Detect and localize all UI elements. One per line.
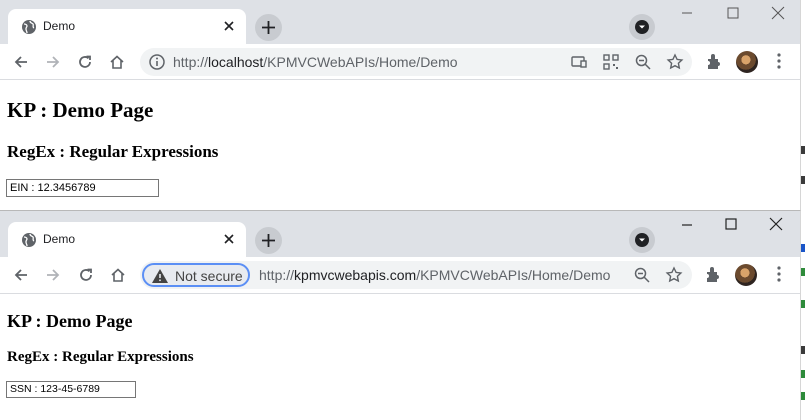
extensions-icon[interactable] [703,50,727,74]
window-close-icon [769,217,783,231]
page-subheading: RegEx : Regular Expressions [7,349,194,365]
desktop: Demo http://localhost/KPMVCWebAPIs/Home/… [0,0,805,420]
page-heading: KP : Demo Page [7,98,154,122]
back-button[interactable] [8,49,34,75]
minimize-icon [682,12,692,14]
toolbar: Not secure http://kpmvcwebapis.com/KPMVC… [0,257,800,294]
regex-input[interactable]: SSN : 123-45-6789 [6,381,136,398]
toolbar: http://localhost/KPMVCWebAPIs/Home/Demo [0,44,800,80]
browser-window-kpmvcwebapis: Demo Not secure http://kpmvcwebapis.com/… [0,210,801,420]
tab-demo[interactable]: Demo [8,222,246,257]
back-button[interactable] [8,262,34,288]
arrow-left-icon [14,269,27,281]
maximize-icon [725,218,737,230]
maximize-button[interactable] [708,211,754,241]
tab-strip: Demo [0,0,800,44]
window-close-icon [771,6,785,20]
menu-icon[interactable] [768,263,792,287]
minimize-icon [682,224,692,226]
arrow-right-icon [47,56,60,68]
reload-button[interactable] [72,49,98,75]
maximize-button[interactable] [710,0,756,30]
page-subheading: RegEx : Regular Expressions [7,142,219,161]
url-text[interactable]: http://kpmvcwebapis.com/KPMVCWebAPIs/Hom… [259,267,610,283]
globe-icon [21,232,37,248]
browser-window-localhost: Demo http://localhost/KPMVCWebAPIs/Home/… [0,0,801,210]
page-heading: KP : Demo Page [7,311,133,331]
minimize-button[interactable] [664,211,710,241]
menu-icon[interactable] [768,50,792,74]
maximize-icon [727,7,739,19]
not-secure-chip[interactable]: Not secure [142,263,250,287]
zoom-icon[interactable] [633,266,651,284]
window-close-button[interactable] [753,211,799,241]
address-bar[interactable]: http://localhost/KPMVCWebAPIs/Home/Demo [140,48,692,76]
forward-button[interactable] [40,49,66,75]
regex-input[interactable]: EIN : 12.3456789 [6,179,159,197]
tab-title: Demo [43,232,76,246]
reload-icon [80,268,92,281]
tab-search-button[interactable] [629,227,655,253]
minimize-button[interactable] [664,0,710,30]
reload-icon [79,55,91,68]
cast-icon[interactable] [570,53,588,71]
home-icon [110,55,124,69]
info-icon[interactable] [148,53,166,71]
profile-avatar[interactable] [736,51,758,73]
bookmark-star-icon[interactable] [666,53,684,71]
warning-icon [152,269,168,283]
new-tab-button[interactable] [255,14,282,41]
bookmark-star-icon[interactable] [665,266,683,284]
home-button[interactable] [104,49,130,75]
close-icon[interactable] [221,18,237,34]
tab-search-button[interactable] [629,14,655,40]
arrow-right-icon [47,269,60,281]
forward-button[interactable] [40,262,66,288]
home-button[interactable] [105,262,131,288]
tab-strip: Demo [0,211,800,257]
zoom-icon[interactable] [634,53,652,71]
chevron-down-icon [635,20,649,34]
globe-icon [21,19,37,35]
window-close-button[interactable] [755,0,801,30]
tab-demo[interactable]: Demo [8,9,246,44]
home-icon [111,268,125,282]
address-bar[interactable]: Not secure http://kpmvcwebapis.com/KPMVC… [140,261,692,289]
extensions-icon[interactable] [702,263,726,287]
close-icon[interactable] [221,231,237,247]
arrow-left-icon [14,56,27,68]
security-label: Not secure [175,268,243,284]
tab-title: Demo [43,19,76,33]
url-text[interactable]: http://localhost/KPMVCWebAPIs/Home/Demo [173,54,458,70]
new-tab-button[interactable] [255,227,282,254]
qr-code-icon[interactable] [602,53,620,71]
profile-avatar[interactable] [735,264,757,286]
chevron-down-icon [635,233,649,247]
reload-button[interactable] [73,262,99,288]
